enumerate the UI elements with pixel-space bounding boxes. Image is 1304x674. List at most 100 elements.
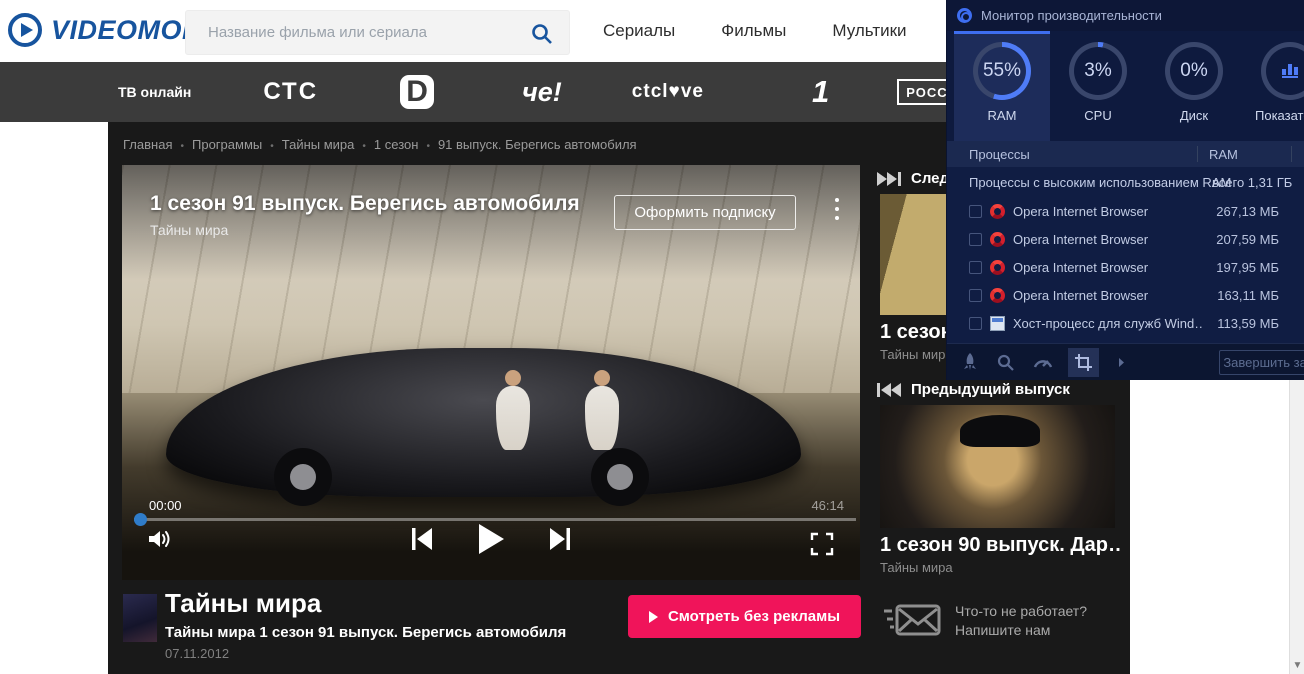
process-checkbox[interactable]	[969, 232, 982, 246]
previous-episode-icon[interactable]	[411, 526, 433, 557]
tab-metrics[interactable]: Показатели	[1242, 31, 1304, 141]
opera-icon	[990, 259, 1005, 275]
progress-bar[interactable]	[134, 513, 856, 526]
col-ram[interactable]: RAM	[1209, 147, 1238, 162]
col-processes[interactable]: Процессы	[947, 147, 1030, 162]
channel-cts-logo[interactable]: СТС	[263, 78, 318, 106]
nav-serials[interactable]: Сериалы	[603, 21, 675, 41]
player-episode-title: 1 сезон 91 выпуск. Берегись автомобиля	[150, 192, 580, 215]
process-row[interactable]: Opera Internet Browser 207,59 МБ	[947, 225, 1304, 253]
channel-pervy-logo[interactable]: 1	[812, 74, 829, 110]
disk-label: Диск	[1179, 108, 1209, 123]
previous-episode-label: Предыдущий выпуск	[911, 381, 1070, 398]
feedback-text: Что-то не работает? Напишите нам	[955, 603, 1088, 638]
column-divider	[1291, 146, 1292, 162]
video-person	[585, 370, 620, 451]
monitor-title: Монитор производительности	[981, 8, 1162, 23]
tab-ram[interactable]: 55% RAM	[954, 31, 1050, 141]
column-divider	[1197, 146, 1198, 162]
double-forward-icon	[877, 171, 901, 186]
search-input[interactable]	[186, 11, 569, 54]
next-episode-icon[interactable]	[549, 526, 571, 557]
play-circle-icon	[8, 13, 42, 47]
search-icon[interactable]	[530, 22, 554, 51]
process-group-row: Процессы с высоким использованием RAM вс…	[947, 167, 1304, 197]
process-row[interactable]: Opera Internet Browser 197,95 МБ	[947, 253, 1304, 281]
play-triangle-icon	[648, 610, 658, 623]
breadcrumb-show[interactable]: Тайны мира	[282, 137, 355, 152]
channel-che-logo[interactable]: че!	[522, 77, 562, 108]
monitor-header: Монитор производительности	[947, 0, 1304, 31]
cpu-gauge: 3%	[1069, 42, 1127, 100]
tab-disk[interactable]: 0% Диск	[1146, 31, 1242, 141]
feedback-link[interactable]: Что-то не работает? Напишите нам	[883, 600, 1087, 640]
fullscreen-icon[interactable]	[810, 532, 834, 561]
scroll-down-arrow[interactable]: ▼	[1290, 660, 1304, 671]
process-ram: 207,59 МБ	[1216, 231, 1279, 247]
nav-films[interactable]: Фильмы	[721, 21, 786, 41]
previous-episode-show: Тайны мира	[880, 560, 953, 575]
speedometer-icon[interactable]	[1033, 356, 1053, 368]
watch-without-ads-button[interactable]: Смотреть без рекламы	[628, 595, 861, 638]
breadcrumb-season[interactable]: 1 сезон	[374, 137, 419, 152]
video-player[interactable]: 1 сезон 91 выпуск. Берегись автомобиля Т…	[122, 165, 860, 580]
process-checkbox[interactable]	[969, 204, 982, 218]
process-checkbox[interactable]	[969, 260, 982, 274]
breadcrumb-separator: •	[426, 141, 430, 152]
breadcrumb-home[interactable]: Главная	[123, 137, 172, 152]
monitor-toolbar: Завершить задачу	[947, 343, 1304, 380]
process-row[interactable]: Хост-процесс для служб Wind… 113,59 МБ	[947, 309, 1304, 337]
breadcrumb-separator: •	[270, 141, 274, 152]
player-show-name[interactable]: Тайны мира	[150, 222, 228, 238]
subscribe-button[interactable]: Оформить подписку	[614, 195, 796, 230]
magnifier-icon[interactable]	[997, 354, 1014, 371]
expand-arrow-icon[interactable]	[1118, 357, 1125, 367]
previous-episode-title[interactable]: 1 сезон 90 выпуск. Дар…	[880, 534, 1120, 557]
process-ram: 163,11 МБ	[1217, 287, 1279, 303]
performance-monitor-panel: Монитор производительности 55% RAM 3% CP…	[946, 0, 1304, 380]
double-back-icon	[877, 382, 901, 397]
end-task-button[interactable]: Завершить задачу	[1219, 350, 1304, 375]
show-title[interactable]: Тайны мира	[165, 588, 321, 619]
watch-button-label: Смотреть без рекламы	[667, 608, 841, 625]
duration: 46:14	[811, 498, 844, 513]
player-menu-icon[interactable]	[835, 198, 839, 225]
windows-icon	[990, 315, 1005, 331]
episode-full-title: Тайны мира 1 сезон 91 выпуск. Берегись а…	[165, 624, 567, 641]
nav-cartoons[interactable]: Мультики	[832, 21, 906, 41]
process-row[interactable]: Opera Internet Browser 267,13 МБ	[947, 197, 1304, 225]
next-episode-show: Тайны мира	[880, 347, 953, 362]
previous-episode-thumbnail[interactable]	[880, 405, 1115, 528]
bar-chart-icon	[1282, 64, 1298, 78]
play-icon[interactable]	[477, 523, 505, 560]
disk-percent: 0%	[1180, 60, 1208, 81]
previous-episode-header: Предыдущий выпуск	[877, 381, 1070, 398]
group-total: всего 1,31 ГБ	[1212, 174, 1293, 190]
process-checkbox[interactable]	[969, 288, 982, 302]
episode-date: 07.11.2012	[165, 646, 230, 661]
metrics-gauge	[1261, 42, 1304, 100]
process-name: Opera Internet Browser	[1013, 231, 1149, 247]
opera-icon	[990, 287, 1005, 303]
tab-cpu[interactable]: 3% CPU	[1050, 31, 1146, 141]
channel-domashniy-logo[interactable]: D	[400, 75, 435, 109]
cpu-percent: 3%	[1084, 60, 1112, 81]
video-person	[496, 370, 531, 451]
breadcrumb: Главная • Программы • Тайны мира • 1 сезон • 91 …	[123, 137, 637, 152]
process-table-header: Процессы RAM	[947, 141, 1304, 167]
ram-percent: 55%	[982, 60, 1022, 81]
channel-ctc-love-logo[interactable]: ctcl♥ve	[632, 81, 704, 103]
boost-icon[interactable]	[962, 353, 978, 371]
process-ram: 113,59 МБ	[1217, 315, 1279, 331]
breadcrumb-episode: 91 выпуск. Берегись автомобиля	[437, 137, 637, 152]
process-row[interactable]: Opera Internet Browser 163,11 МБ	[947, 281, 1304, 309]
show-poster[interactable]	[123, 594, 157, 642]
video-car-wheel	[274, 447, 333, 506]
breadcrumb-programs[interactable]: Программы	[192, 137, 262, 152]
group-label: Процессы с высоким использованием RAM	[969, 174, 1232, 190]
channel-tv-online[interactable]: ТВ онлайн	[118, 84, 191, 100]
snapshot-crop-icon[interactable]	[1068, 347, 1099, 377]
cpu-label: CPU	[1084, 108, 1112, 123]
process-name: Хост-процесс для служб Wind…	[1013, 315, 1203, 331]
process-checkbox[interactable]	[969, 316, 982, 330]
